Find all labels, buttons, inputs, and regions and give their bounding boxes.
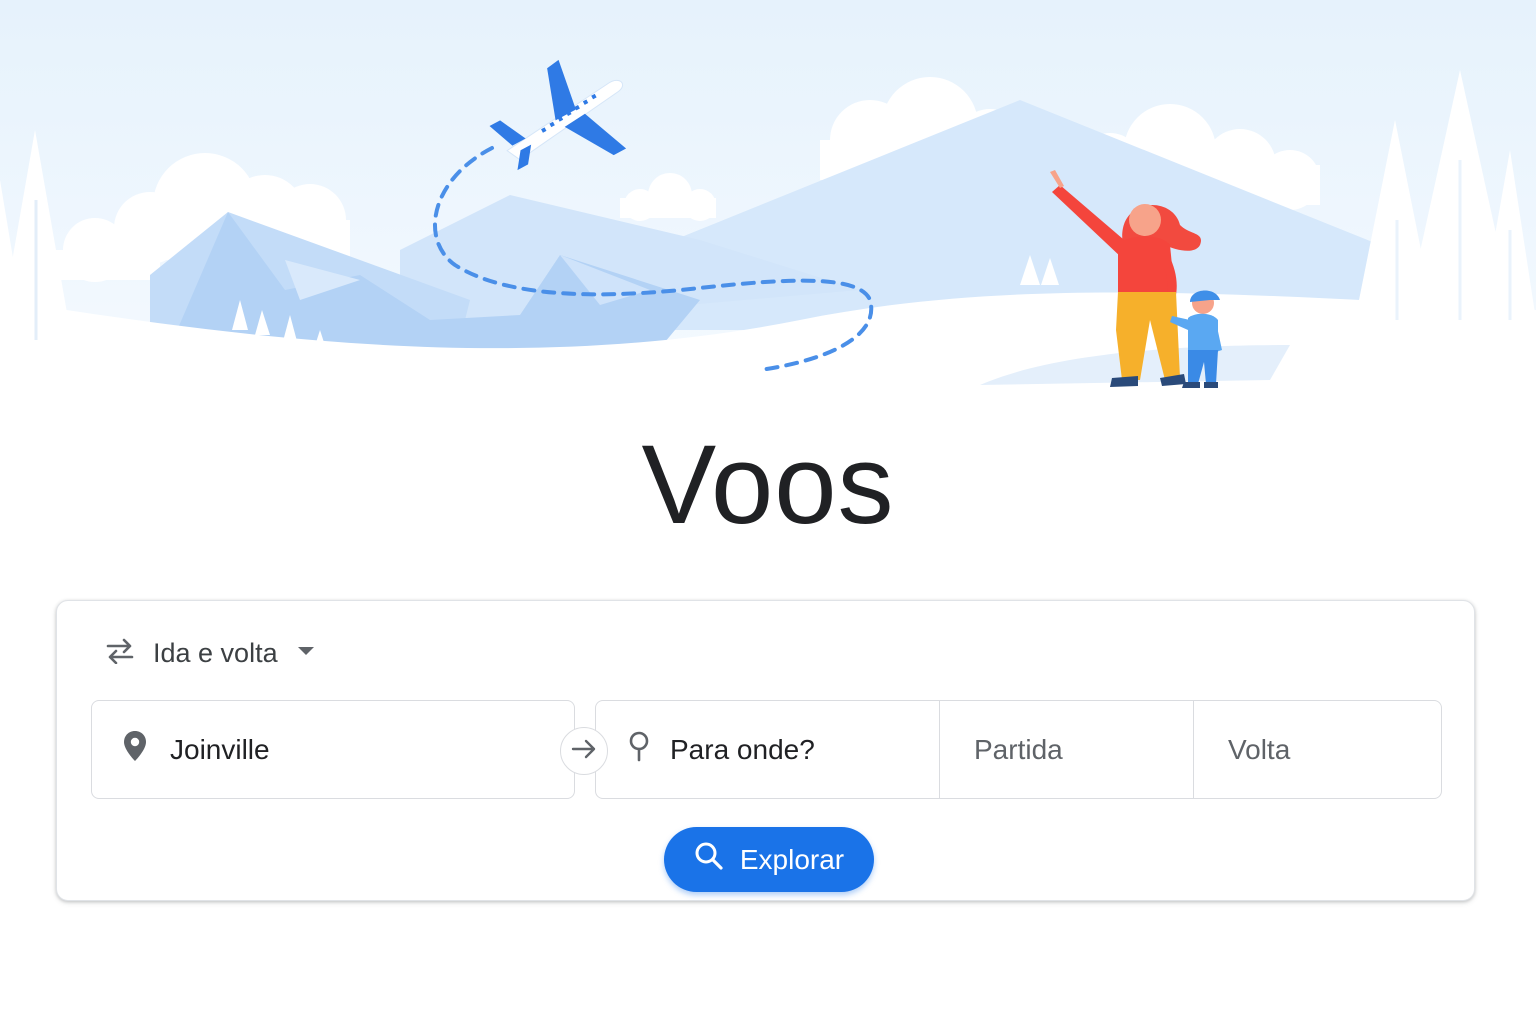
arrow-right-icon [571, 738, 597, 765]
origin-field[interactable]: Joinville [91, 700, 575, 799]
trip-type-label: Ida e volta [153, 637, 278, 668]
destination-placeholder: Para onde? [670, 733, 815, 765]
arrow-drop-down-icon [296, 644, 316, 662]
explore-button[interactable]: Explorar [664, 827, 874, 892]
flights-page: Voos Ida e volta Joinville Para onde? Pa… [0, 0, 1536, 1024]
swap-locations-button[interactable] [560, 727, 608, 775]
trip-type-selector[interactable]: Ida e volta [105, 633, 316, 673]
return-placeholder: Volta [1228, 733, 1291, 765]
location-outline-icon [626, 730, 652, 769]
hero-illustration [0, 0, 1536, 400]
departure-date-field[interactable]: Partida [939, 700, 1194, 799]
departure-placeholder: Partida [974, 733, 1063, 765]
explore-button-label: Explorar [739, 843, 845, 875]
return-date-field[interactable]: Volta [1193, 700, 1442, 799]
page-title: Voos [641, 422, 895, 547]
origin-value: Joinville [170, 733, 270, 765]
search-icon [694, 841, 724, 878]
search-card: Ida e volta Joinville Para onde? Partida… [56, 600, 1475, 901]
destination-field[interactable]: Para onde? [595, 700, 940, 799]
location-pin-icon [122, 730, 148, 769]
swap-horiz-icon [105, 638, 135, 669]
